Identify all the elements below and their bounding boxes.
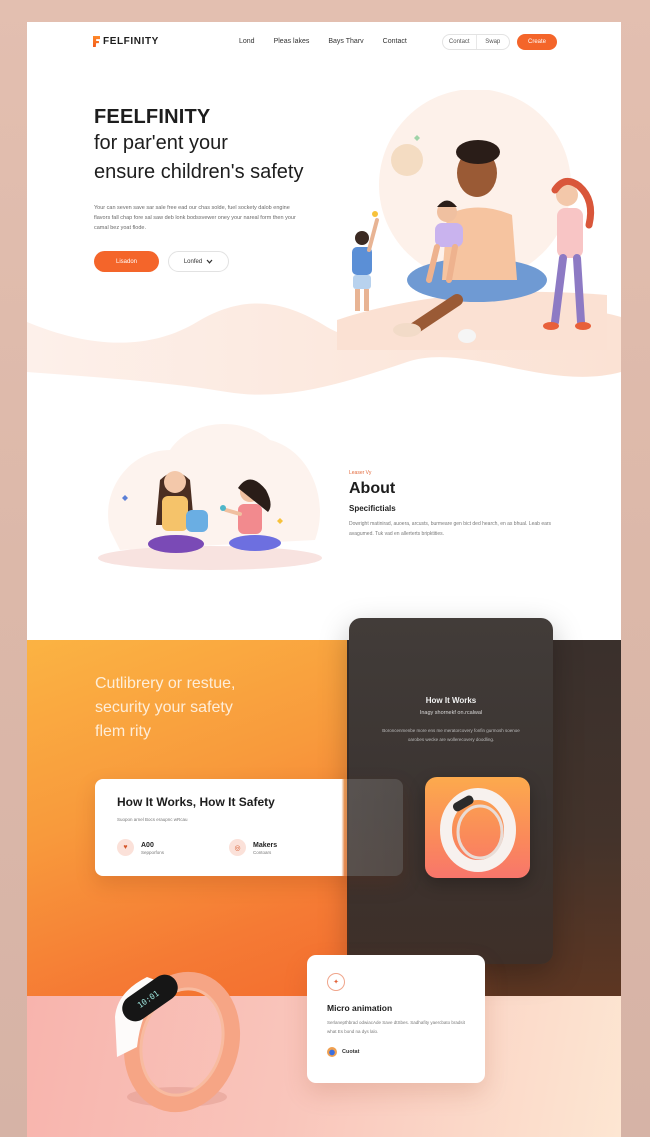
- hero-title: FEELFINITY: [94, 106, 211, 128]
- nav-swap-button[interactable]: Swap: [477, 35, 510, 49]
- stat-supporters-label: Sepporfons: [141, 849, 165, 855]
- hero-family-illustration: [337, 90, 607, 350]
- chevron-down-icon: [206, 259, 213, 264]
- hero-description: Your can seven save sar sale free ead ou…: [94, 205, 296, 231]
- nav-segmented-control: Contact Swap: [442, 34, 510, 50]
- about-title: About: [349, 480, 396, 497]
- micro-animation-card: ✦ Micro animation Serlanepthbrad odwiacA…: [307, 955, 485, 1083]
- feature-headline-line-3: flem rity: [95, 723, 151, 740]
- heart-hand-icon: ♥: [117, 839, 134, 856]
- about-subtitle: Specifictials: [349, 504, 396, 513]
- stat-makers-label: Contoars: [253, 849, 272, 855]
- hero-subtitle-line-1: for par'ent your: [94, 132, 228, 154]
- works-card-subtitle: Suopon arnel Bocs eraupnc wRcau: [117, 817, 188, 822]
- stat-supporters: ♥ A00 Sepporfons: [117, 839, 164, 856]
- brand-logo[interactable]: FELFINITY: [93, 36, 159, 47]
- sparkle-icon: ✦: [327, 973, 345, 991]
- create-button[interactable]: Create: [517, 34, 557, 50]
- boy-figure: [352, 211, 379, 311]
- hero-primary-button[interactable]: Lisadon: [94, 251, 159, 272]
- smart-ring-tile: [425, 777, 530, 878]
- micro-card-contact-link[interactable]: Cuotat: [327, 1047, 359, 1057]
- nav-link-pleas-lakes[interactable]: Pleas lakes: [274, 38, 310, 45]
- logo-flame-icon: [93, 36, 100, 47]
- feature-headline: Cutlibrery or restue, security your safe…: [95, 672, 236, 744]
- nav-link-lond[interactable]: Lond: [239, 38, 255, 45]
- dark-card-subtitle: Inagy shornekf on.rcalwal: [419, 710, 483, 716]
- dark-card-description: Boroncenmenbe more ens me meratorcovery …: [382, 728, 520, 742]
- micro-card-description: Serlanepthbrad odwiacAde Save dtSbes. Sa…: [327, 1020, 465, 1034]
- nav-link-contact[interactable]: Contact: [383, 38, 407, 45]
- top-navigation: FELFINITY Lond Pleas lakes Bays Tharv Co…: [27, 22, 621, 64]
- nav-links: Lond Pleas lakes Bays Tharv Contact: [239, 38, 407, 45]
- hero-sun-icon: [391, 144, 423, 176]
- about-kicker: Leaser Vy: [349, 470, 372, 476]
- micro-card-link-label: Cuotat: [342, 1049, 360, 1055]
- nav-link-bays-tharv[interactable]: Bays Tharv: [328, 38, 363, 45]
- micro-card-title: Micro animation: [327, 1003, 393, 1013]
- about-description: Dowright matinirad, auoera, arcusts, bur…: [349, 521, 552, 537]
- brand-name: FELFINITY: [103, 36, 159, 47]
- landing-page: FELFINITY Lond Pleas lakes Bays Tharv Co…: [27, 22, 621, 1137]
- ring-icon: ◎: [229, 839, 246, 856]
- how-it-works-card: How It Works, How It Safety Suopon arnel…: [95, 779, 403, 876]
- dark-card-title: How It Works: [425, 696, 477, 705]
- stat-supporters-value: A00: [141, 841, 154, 849]
- hero-secondary-button[interactable]: Lonfed: [168, 251, 229, 272]
- stat-makers: ◎ Makers Contoars: [229, 839, 277, 856]
- smart-ring-icon: [440, 788, 516, 872]
- stat-makers-value: Makers: [253, 841, 278, 849]
- smart-band-product-image: 10:01: [115, 971, 241, 1113]
- contact-avatar-icon: [327, 1047, 337, 1057]
- works-card-title: How It Works, How It Safety: [117, 795, 275, 809]
- hero-subtitle-line-2: ensure children's safety: [94, 161, 304, 183]
- hero-secondary-label: Lonfed: [183, 258, 203, 265]
- about-children-illustration: [98, 423, 322, 570]
- nav-contact-button[interactable]: Contact: [443, 35, 477, 49]
- feature-headline-line-2: security your safety: [95, 699, 233, 716]
- feature-headline-line-1: Cutlibrery or restue,: [95, 675, 236, 692]
